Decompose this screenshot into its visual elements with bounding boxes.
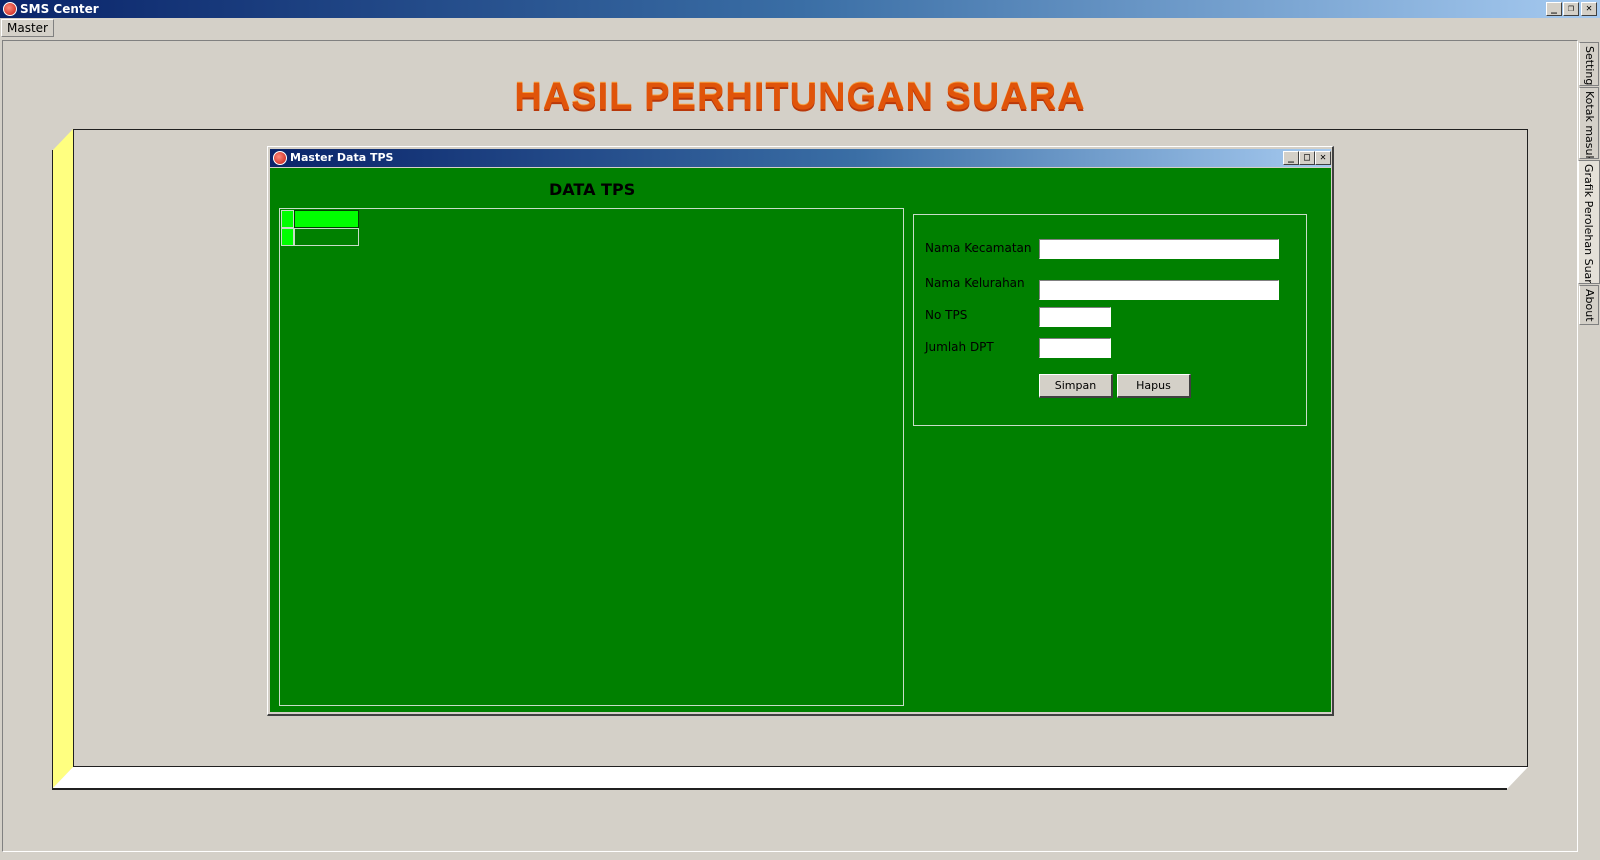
- data-tps-title: DATA TPS: [549, 180, 636, 199]
- child-maximize-button[interactable]: □: [1299, 151, 1315, 165]
- tab-setting-label: Setting: [1583, 46, 1596, 86]
- no-tps-label: No TPS: [925, 308, 968, 322]
- table-row[interactable]: [281, 210, 359, 228]
- table-row[interactable]: [281, 228, 359, 246]
- box-left-face: [52, 129, 73, 789]
- no-tps-input[interactable]: [1039, 307, 1111, 327]
- tab-kotak-masuk-label: Kotak masuk: [1583, 91, 1596, 159]
- sms-center-app: SMS Center _ ❐ ✕ Master HASIL PERHITUNGA…: [0, 0, 1600, 860]
- grid-cell[interactable]: [294, 210, 359, 228]
- nama-kelurahan-input[interactable]: [1039, 280, 1279, 300]
- child-close-button[interactable]: ✕: [1315, 151, 1331, 165]
- nama-kecamatan-label: Nama Kecamatan: [925, 241, 1032, 255]
- jumlah-dpt-label: Jumlah DPT: [925, 340, 994, 354]
- grid-cell[interactable]: [294, 228, 359, 246]
- nama-kelurahan-label: Nama Kelurahan: [925, 276, 1025, 290]
- box-bottom-face: [52, 767, 1528, 789]
- main-title-bar[interactable]: SMS Center _ ❐ ✕: [0, 0, 1600, 18]
- tps-form-panel: Nama Kecamatan Nama Kelurahan No TPS Jum…: [913, 214, 1307, 426]
- app-logo-icon: [3, 2, 17, 16]
- master-data-tps-window: Master Data TPS _ □ ✕ DATA TPS Nama Keca…: [267, 146, 1334, 716]
- child-client-area: DATA TPS Nama Kecamatan Nama Kelurahan N…: [270, 168, 1331, 712]
- tab-setting[interactable]: Setting: [1579, 42, 1599, 86]
- minimize-button[interactable]: _: [1546, 2, 1562, 16]
- row-indicator[interactable]: [281, 228, 294, 246]
- tab-about-label: About: [1583, 289, 1596, 322]
- tab-about[interactable]: About: [1579, 285, 1599, 325]
- close-button[interactable]: ✕: [1581, 2, 1597, 16]
- window-title: SMS Center: [20, 2, 99, 16]
- tab-grafik-label: Grafik Perolehan Suara: [1582, 164, 1595, 284]
- child-window-title: Master Data TPS: [290, 151, 394, 164]
- hapus-button[interactable]: Hapus: [1117, 374, 1191, 398]
- row-indicator[interactable]: [281, 210, 294, 228]
- menu-bar: Master: [0, 18, 1600, 38]
- child-title-bar[interactable]: Master Data TPS _ □ ✕: [270, 149, 1331, 167]
- side-tab-strip: Setting Kotak masuk Grafik Perolehan Sua…: [1578, 40, 1600, 852]
- tab-kotak-masuk[interactable]: Kotak masuk: [1579, 87, 1599, 159]
- tab-grafik-perolehan-suara[interactable]: Grafik Perolehan Suara: [1578, 160, 1600, 284]
- restore-button[interactable]: ❐: [1563, 2, 1579, 16]
- menu-item-master[interactable]: Master: [1, 19, 54, 37]
- child-window-logo-icon: [273, 151, 287, 165]
- box-left-edge: [52, 150, 53, 789]
- child-minimize-button[interactable]: _: [1283, 151, 1299, 165]
- nama-kecamatan-input[interactable]: [1039, 239, 1279, 259]
- tps-data-grid[interactable]: [279, 208, 904, 706]
- banner-title: HASIL PERHITUNGAN SUARA: [514, 76, 1086, 118]
- jumlah-dpt-input[interactable]: [1039, 338, 1111, 358]
- simpan-button[interactable]: Simpan: [1039, 374, 1113, 398]
- box-bottom-edge: [52, 788, 1507, 790]
